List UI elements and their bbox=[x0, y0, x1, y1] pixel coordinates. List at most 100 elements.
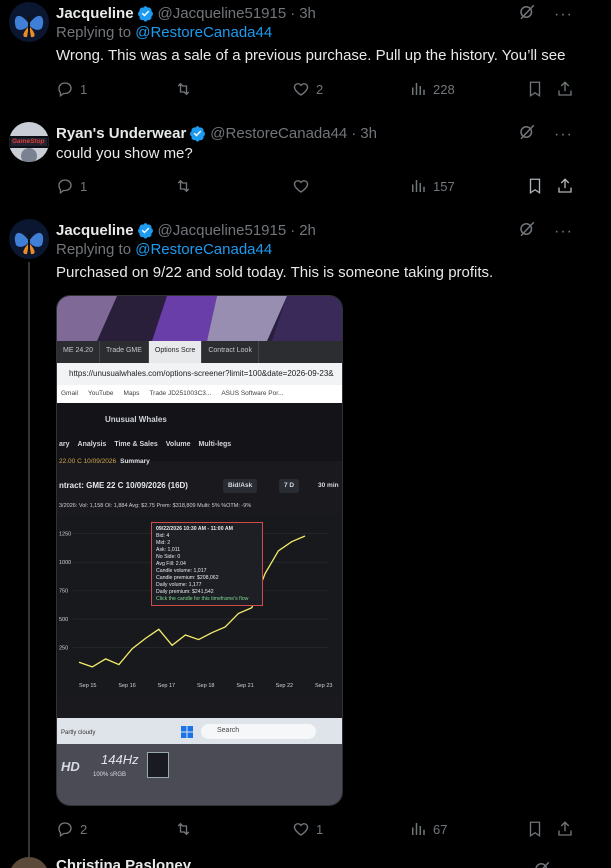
grok-icon[interactable] bbox=[518, 220, 536, 243]
views-button[interactable]: 157 bbox=[409, 175, 455, 197]
replying-to-link[interactable]: @RestoreCanada44 bbox=[135, 241, 272, 258]
display-name[interactable]: Jacqueline bbox=[56, 222, 134, 239]
separator-dot: · bbox=[290, 221, 296, 239]
tooltip-line: Mid: 2 bbox=[156, 540, 171, 546]
timestamp[interactable]: 2h bbox=[299, 222, 316, 239]
avatar[interactable] bbox=[9, 2, 49, 42]
chart-tooltip: 09/22/2026 10:30 AM - 11:00 AM Bid: 4 Mid:… bbox=[151, 522, 263, 606]
verified-badge-icon bbox=[189, 125, 206, 142]
avatar[interactable] bbox=[9, 219, 49, 259]
bookmark-button[interactable] bbox=[526, 175, 544, 197]
tweet-text: could you show me? bbox=[56, 145, 193, 162]
avatar[interactable] bbox=[9, 857, 49, 868]
share-icon bbox=[558, 178, 572, 193]
verified-badge-icon bbox=[137, 5, 154, 22]
grok-icon[interactable] bbox=[518, 3, 536, 26]
tweet-text: Wrong. This was a sale of a previous pur… bbox=[56, 47, 566, 64]
grok-icon[interactable] bbox=[518, 123, 536, 146]
monitor-bezel: HD 144Hz 100% sRGB bbox=[57, 744, 342, 805]
reply-button[interactable]: 1 bbox=[56, 78, 87, 100]
handle[interactable]: @Jacqueline51915 bbox=[158, 222, 287, 239]
like-button[interactable]: 2 bbox=[292, 78, 323, 100]
monitor-hd-label: HD bbox=[61, 759, 80, 774]
y-tick-label: 500 bbox=[59, 617, 68, 623]
reply-button[interactable]: 1 bbox=[56, 175, 87, 197]
avatar[interactable]: GameStop bbox=[9, 122, 49, 162]
more-options-icon[interactable]: ··· bbox=[554, 223, 573, 239]
more-options-icon[interactable]: ··· bbox=[554, 126, 573, 142]
tooltip-line: 09/22/2026 10:30 AM - 11:00 AM bbox=[156, 526, 233, 532]
bookmark-button[interactable] bbox=[526, 818, 544, 840]
share-button[interactable] bbox=[556, 818, 574, 840]
views-button[interactable]: 67 bbox=[409, 818, 447, 840]
avatar-text: GameStop bbox=[12, 138, 45, 145]
range-pill: 7 D bbox=[279, 479, 300, 493]
browser-tab: Contract Look bbox=[202, 341, 259, 363]
taskbar-search: Search bbox=[201, 724, 316, 739]
verified-badge-icon bbox=[137, 222, 154, 239]
tweet-2[interactable]: GameStop Ryan's Underwear @RestoreCanada… bbox=[0, 120, 611, 210]
app-nav-item: Time & Sales bbox=[114, 441, 158, 448]
handle[interactable]: @RestoreCanada44 bbox=[210, 125, 347, 142]
y-tick-label: 250 bbox=[59, 646, 68, 652]
heart-icon bbox=[293, 83, 309, 96]
tooltip-line: Candle premium: $208,062 bbox=[156, 575, 219, 581]
share-button[interactable] bbox=[556, 175, 574, 197]
app-nav-item: Volume bbox=[165, 441, 191, 448]
tooltip-line: Ask: 1,011 bbox=[156, 547, 181, 553]
like-button[interactable] bbox=[292, 175, 316, 197]
contract-row: ntract: GME 22 C 10/09/2026 (16D) Bid/As… bbox=[57, 476, 342, 496]
display-name[interactable]: Christina Pasloney bbox=[56, 857, 191, 868]
certification-badge-icon bbox=[147, 752, 169, 778]
views-icon bbox=[412, 83, 425, 95]
tweet-1[interactable]: Jacqueline @Jacqueline51915 · 3h ··· Rep… bbox=[0, 0, 611, 110]
share-button[interactable] bbox=[556, 78, 574, 100]
retweet-icon bbox=[177, 179, 190, 193]
views-button[interactable]: 228 bbox=[409, 78, 455, 100]
separator-dot: · bbox=[351, 124, 357, 142]
reply-count: 1 bbox=[80, 178, 88, 194]
bookmark-button[interactable] bbox=[526, 78, 544, 100]
bookmark-icon bbox=[529, 81, 541, 98]
like-count: 1 bbox=[316, 821, 324, 837]
reply-button[interactable]: 2 bbox=[56, 818, 87, 840]
timestamp[interactable]: 3h bbox=[360, 125, 377, 142]
replying-prefix: Replying to bbox=[56, 24, 136, 41]
handle[interactable]: @Jacqueline51915 bbox=[158, 5, 287, 22]
contract-text: ntract: GME 22 C 10/09/2026 bbox=[59, 481, 166, 490]
display-name[interactable]: Ryan's Underwear bbox=[56, 125, 186, 142]
tweet-3-actions: 2 1 67 bbox=[56, 818, 576, 840]
more-options-icon[interactable]: ··· bbox=[554, 6, 573, 22]
like-button[interactable]: 1 bbox=[292, 818, 323, 840]
bookmark-item: Trade JD251003C3... bbox=[149, 390, 212, 397]
app-header: Unusual Whales ary Analysis Time & Sales… bbox=[57, 403, 342, 461]
tooltip-line: Daily volume: 1,177 bbox=[156, 582, 202, 588]
display-name[interactable]: Jacqueline bbox=[56, 5, 134, 22]
contract-subtitle: 22.00 C 10/09/2026 Summary bbox=[59, 458, 150, 465]
retweet-button[interactable] bbox=[174, 175, 199, 197]
tweet-photo[interactable]: ME 24.20 Trade GME Options Scre Contract… bbox=[56, 295, 343, 806]
separator-dot: · bbox=[290, 4, 296, 22]
browser-tabs: ME 24.20 Trade GME Options Scre Contract… bbox=[57, 341, 342, 363]
options-chart: 250 500 750 1000 1250 Sep 15 Sep 16 Sep 17 Sep 1… bbox=[57, 516, 342, 696]
app-nav-item: ary bbox=[59, 441, 70, 448]
x-tick-label: Sep 22 bbox=[276, 683, 293, 689]
retweet-button[interactable] bbox=[174, 78, 199, 100]
replying-to-link[interactable]: @RestoreCanada44 bbox=[135, 24, 272, 41]
x-tick-label: Sep 23 bbox=[315, 683, 332, 689]
share-icon bbox=[558, 81, 572, 96]
grok-icon[interactable] bbox=[533, 860, 551, 868]
view-count: 67 bbox=[433, 821, 448, 837]
browser-tab: ME 24.20 bbox=[57, 341, 100, 363]
bookmark-item: Maps bbox=[123, 390, 140, 397]
timestamp[interactable]: 3h bbox=[299, 5, 316, 22]
browser-url-bar: https://unusualwhales.com/options-screen… bbox=[57, 363, 342, 385]
retweet-button[interactable] bbox=[174, 818, 199, 840]
weather-text: Partly cloudy bbox=[61, 730, 96, 736]
app-brand: Unusual Whales bbox=[105, 415, 167, 424]
bookmark-icon bbox=[529, 821, 541, 838]
contract-stats: 3/2026: Vol: 1,158 OI: 1,884 Avg: $2.75 … bbox=[59, 503, 252, 509]
retweet-icon bbox=[177, 82, 190, 96]
tooltip-line: Click the candle for this timeframe's fl… bbox=[156, 596, 249, 602]
replying-prefix: Replying to bbox=[56, 241, 136, 258]
